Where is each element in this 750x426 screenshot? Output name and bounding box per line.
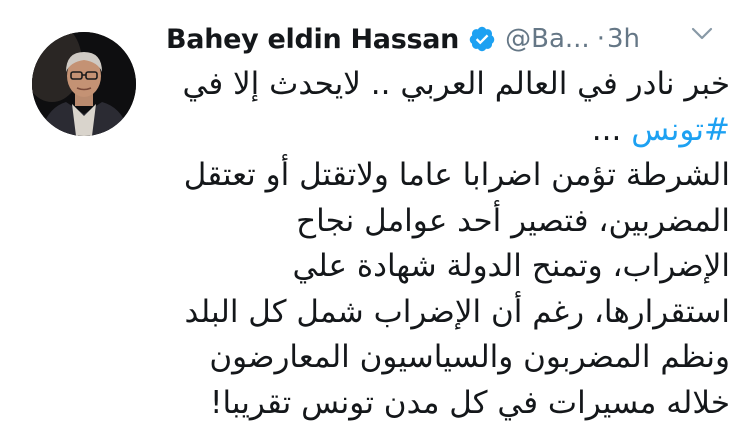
tweet-line-7: ونظم المضربون والسياسيون المعارضون xyxy=(166,335,730,381)
ellipsis-text: ... xyxy=(592,112,631,148)
tweet-line-6: استقرارها، رغم أن الإضراب شمل كل البلد xyxy=(166,290,730,336)
timestamp[interactable]: 3h xyxy=(607,24,640,54)
tweet-text: خبر نادر في العالم العربي .. لايحدث إلا … xyxy=(166,62,730,426)
display-name[interactable]: Bahey eldin Hassan xyxy=(166,24,459,55)
tweet-header: Bahey eldin Hassan @Ba... · 3h xyxy=(166,14,726,64)
tweet-card[interactable]: Bahey eldin Hassan @Ba... · 3h خبر نادر … xyxy=(0,0,750,423)
verified-badge-icon xyxy=(468,25,496,53)
avatar-image xyxy=(32,32,136,136)
hashtag-link[interactable]: #تونس xyxy=(631,112,730,148)
tweet-line-5: الإضراب، وتمنح الدولة شهادة علي xyxy=(166,244,730,290)
user-handle[interactable]: @Ba... xyxy=(505,24,590,54)
separator-dot: · xyxy=(597,24,605,54)
tweet-line-4: المضربين، فتصير أحد عوامل نجاح xyxy=(166,199,730,245)
tweet-line-2: #تونس ... xyxy=(166,108,730,154)
chevron-down-icon[interactable] xyxy=(690,26,714,42)
avatar[interactable] xyxy=(32,32,136,136)
tweet-line-1: خبر نادر في العالم العربي .. لايحدث إلا … xyxy=(166,62,730,108)
tweet-line-8: خلاله مسيرات في كل مدن تونس تقريبا! xyxy=(166,381,730,426)
tweet-line-3: الشرطة تؤمن اضرابا عاما ولاتقتل أو تعتقل xyxy=(166,153,730,199)
